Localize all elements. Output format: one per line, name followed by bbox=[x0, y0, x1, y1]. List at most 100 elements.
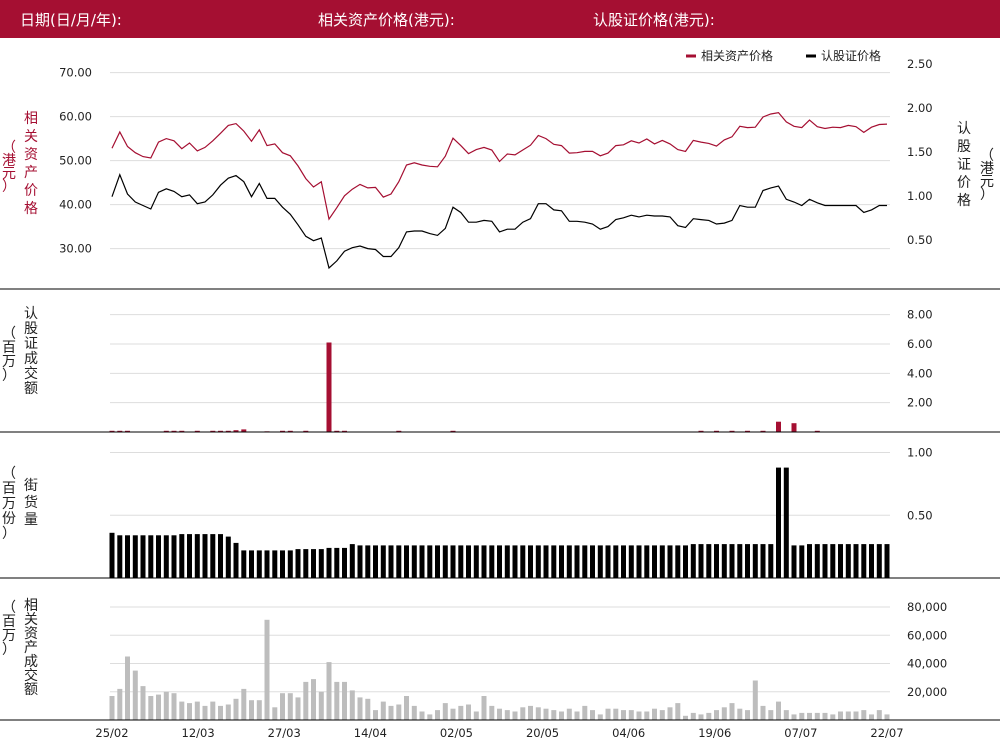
date-tick: 04/06 bbox=[612, 726, 645, 740]
outstanding-quantity-bar bbox=[566, 545, 572, 578]
asset-turnover-axis-tick: 40,000 bbox=[907, 657, 947, 671]
asset-turnover-bar bbox=[760, 705, 766, 720]
outstanding-quantity-bar bbox=[404, 545, 409, 578]
svg-text:价: 价 bbox=[24, 183, 38, 199]
svg-text:认: 认 bbox=[24, 306, 38, 322]
asset-turnover-bar bbox=[442, 703, 448, 720]
outstanding-quantity-bar bbox=[745, 544, 750, 578]
date-tick: 22/07 bbox=[870, 726, 903, 740]
outstanding-quantity-bar bbox=[311, 549, 316, 578]
asset-turnover-bar bbox=[187, 703, 192, 720]
svg-text:相: 相 bbox=[24, 111, 38, 127]
asset-turnover-bar bbox=[218, 705, 223, 720]
asset-turnover-bar bbox=[706, 712, 712, 720]
outstanding-quantity-bar bbox=[675, 545, 681, 578]
asset-turnover-bar bbox=[853, 711, 859, 720]
svg-text:产: 产 bbox=[24, 165, 38, 181]
asset-turnover-bar bbox=[535, 707, 541, 720]
outstanding-quantity-bar bbox=[504, 545, 510, 578]
outstanding-quantity-bar bbox=[342, 547, 347, 578]
asset-turnover-bar bbox=[845, 711, 851, 720]
asset-turnover-bar bbox=[349, 690, 355, 720]
outstanding-quantity-bar bbox=[163, 535, 169, 578]
asset-turnover-bar bbox=[830, 714, 836, 720]
svg-text:）: ） bbox=[2, 642, 16, 658]
outstanding-quantity-bar bbox=[574, 545, 580, 578]
outstanding-quantity-bar bbox=[148, 535, 154, 578]
svg-text:百: 百 bbox=[2, 481, 16, 497]
svg-text:认: 认 bbox=[957, 121, 971, 137]
svg-text:）: ） bbox=[2, 526, 16, 542]
asset-price-axis-unit: （港元） bbox=[2, 140, 16, 195]
asset-turnover-bar bbox=[574, 711, 580, 720]
asset-turnover-bar bbox=[644, 711, 650, 720]
outstanding-quantity-bar bbox=[830, 544, 836, 578]
asset-turnover-bar bbox=[342, 681, 347, 720]
asset-turnover-bar bbox=[752, 680, 758, 720]
warrant-turnover-axis-tick: 6.00 bbox=[907, 337, 933, 351]
outstanding-quantity-bar bbox=[497, 545, 502, 578]
asset-turnover-bar bbox=[202, 705, 208, 720]
warrant-turnover-axis-title: 认股证成交额 bbox=[24, 306, 38, 397]
asset-turnover-bar bbox=[264, 619, 270, 720]
asset-turnover-bar bbox=[132, 670, 138, 720]
asset-turnover-axis-tick: 80,000 bbox=[907, 600, 947, 614]
outstanding-quantity-bar bbox=[442, 545, 448, 578]
warrant-price-axis-title: 认股证价格 bbox=[957, 121, 971, 209]
outstanding-quantity-bar bbox=[752, 544, 758, 578]
svg-text:）: ） bbox=[980, 187, 994, 203]
asset-turnover-bar bbox=[411, 705, 417, 720]
warrant-turnover-axis-tick: 4.00 bbox=[907, 366, 933, 380]
asset-turnover-bar bbox=[163, 691, 169, 720]
outstanding-quantity-bar bbox=[396, 545, 402, 578]
outstanding-quantity-bar bbox=[512, 545, 518, 578]
svg-text:额: 额 bbox=[24, 381, 38, 397]
outstanding-quantity-bar bbox=[822, 544, 828, 578]
asset-turnover-bar bbox=[287, 693, 293, 720]
asset-turnover-bar bbox=[435, 710, 440, 720]
outstanding-quantity-bar bbox=[582, 545, 588, 578]
date-tick: 20/05 bbox=[526, 726, 559, 740]
outstanding-quantity-bar bbox=[225, 536, 231, 578]
outstanding-quantity-bar bbox=[659, 545, 665, 578]
legend-label: 认股证价格 bbox=[821, 48, 881, 63]
outstanding-quantity-bar bbox=[140, 535, 146, 578]
warrant-price-axis-tick: 2.50 bbox=[907, 57, 933, 71]
outstanding-quantity-bar bbox=[373, 545, 378, 578]
asset-turnover-bar bbox=[613, 708, 619, 720]
asset-turnover-bar bbox=[225, 704, 231, 720]
asset-turnover-bar bbox=[690, 712, 696, 720]
svg-text:关: 关 bbox=[24, 129, 38, 145]
outstanding-quantity-bar bbox=[597, 545, 603, 578]
asset-turnover-bar bbox=[566, 708, 572, 720]
asset-turnover-bar bbox=[729, 703, 735, 720]
outstanding-quantity-axis-tick: 0.50 bbox=[907, 508, 933, 522]
asset-turnover-axis-title: 相关资产成交额 bbox=[24, 598, 38, 698]
outstanding-quantity-bar bbox=[411, 545, 417, 578]
outstanding-quantity-bar bbox=[194, 534, 200, 578]
outstanding-quantity-bar bbox=[349, 544, 355, 578]
svg-text:街: 街 bbox=[24, 478, 38, 494]
asset-price-axis-tick: 40.00 bbox=[59, 198, 92, 212]
svg-text:资: 资 bbox=[24, 147, 38, 163]
outstanding-quantity-bar bbox=[419, 545, 425, 578]
outstanding-quantity-bar bbox=[264, 550, 270, 578]
outstanding-quantity-bar bbox=[690, 544, 696, 578]
outstanding-quantity-bar bbox=[388, 545, 394, 578]
outstanding-quantity-bar bbox=[210, 534, 216, 578]
warrant-price-axis-tick: 2.00 bbox=[907, 101, 933, 115]
asset-turnover-bar bbox=[512, 711, 518, 720]
asset-turnover-bar bbox=[380, 701, 386, 720]
asset-turnover-axis-tick: 20,000 bbox=[907, 685, 947, 699]
outstanding-quantity-bar bbox=[528, 545, 533, 578]
warrant-price-axis-unit: （港元） bbox=[980, 148, 994, 203]
asset-turnover-bar bbox=[373, 710, 378, 720]
asset-turnover-bar bbox=[683, 715, 688, 720]
svg-text:额: 额 bbox=[24, 682, 38, 698]
outstanding-quantity-bar bbox=[551, 545, 557, 578]
outstanding-quantity-bar bbox=[132, 535, 138, 578]
outstanding-quantity-bar bbox=[621, 545, 626, 578]
outstanding-quantity-bar bbox=[698, 544, 704, 578]
svg-text:交: 交 bbox=[24, 365, 38, 382]
asset-turnover-bar bbox=[520, 707, 526, 720]
